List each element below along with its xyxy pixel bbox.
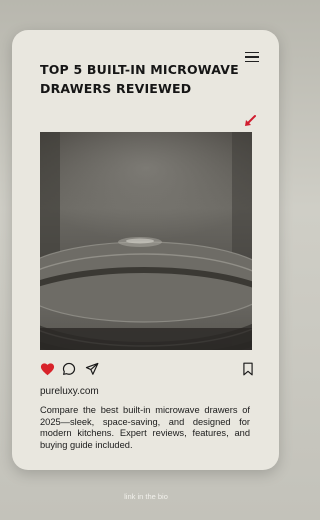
post-description: Compare the best built-in microwave draw… (40, 405, 250, 450)
heart-icon[interactable] (40, 362, 55, 376)
comment-icon[interactable] (62, 362, 76, 376)
post-domain-link[interactable]: pureluxy.com (40, 386, 99, 397)
bookmark-icon[interactable] (242, 362, 254, 376)
post-card: TOP 5 BUILT-IN MICROWAVE DRAWERS REVIEWE… (12, 30, 279, 470)
send-icon[interactable] (85, 362, 99, 376)
post-actions (40, 362, 254, 378)
menu-icon[interactable] (245, 52, 259, 63)
footer-link-text: link in the bio (124, 492, 168, 501)
post-title: TOP 5 BUILT-IN MICROWAVE DRAWERS REVIEWE… (40, 62, 239, 96)
post-image[interactable] (40, 132, 252, 350)
microwave-turntable-photo (40, 132, 252, 350)
arrow-icon (245, 115, 256, 126)
